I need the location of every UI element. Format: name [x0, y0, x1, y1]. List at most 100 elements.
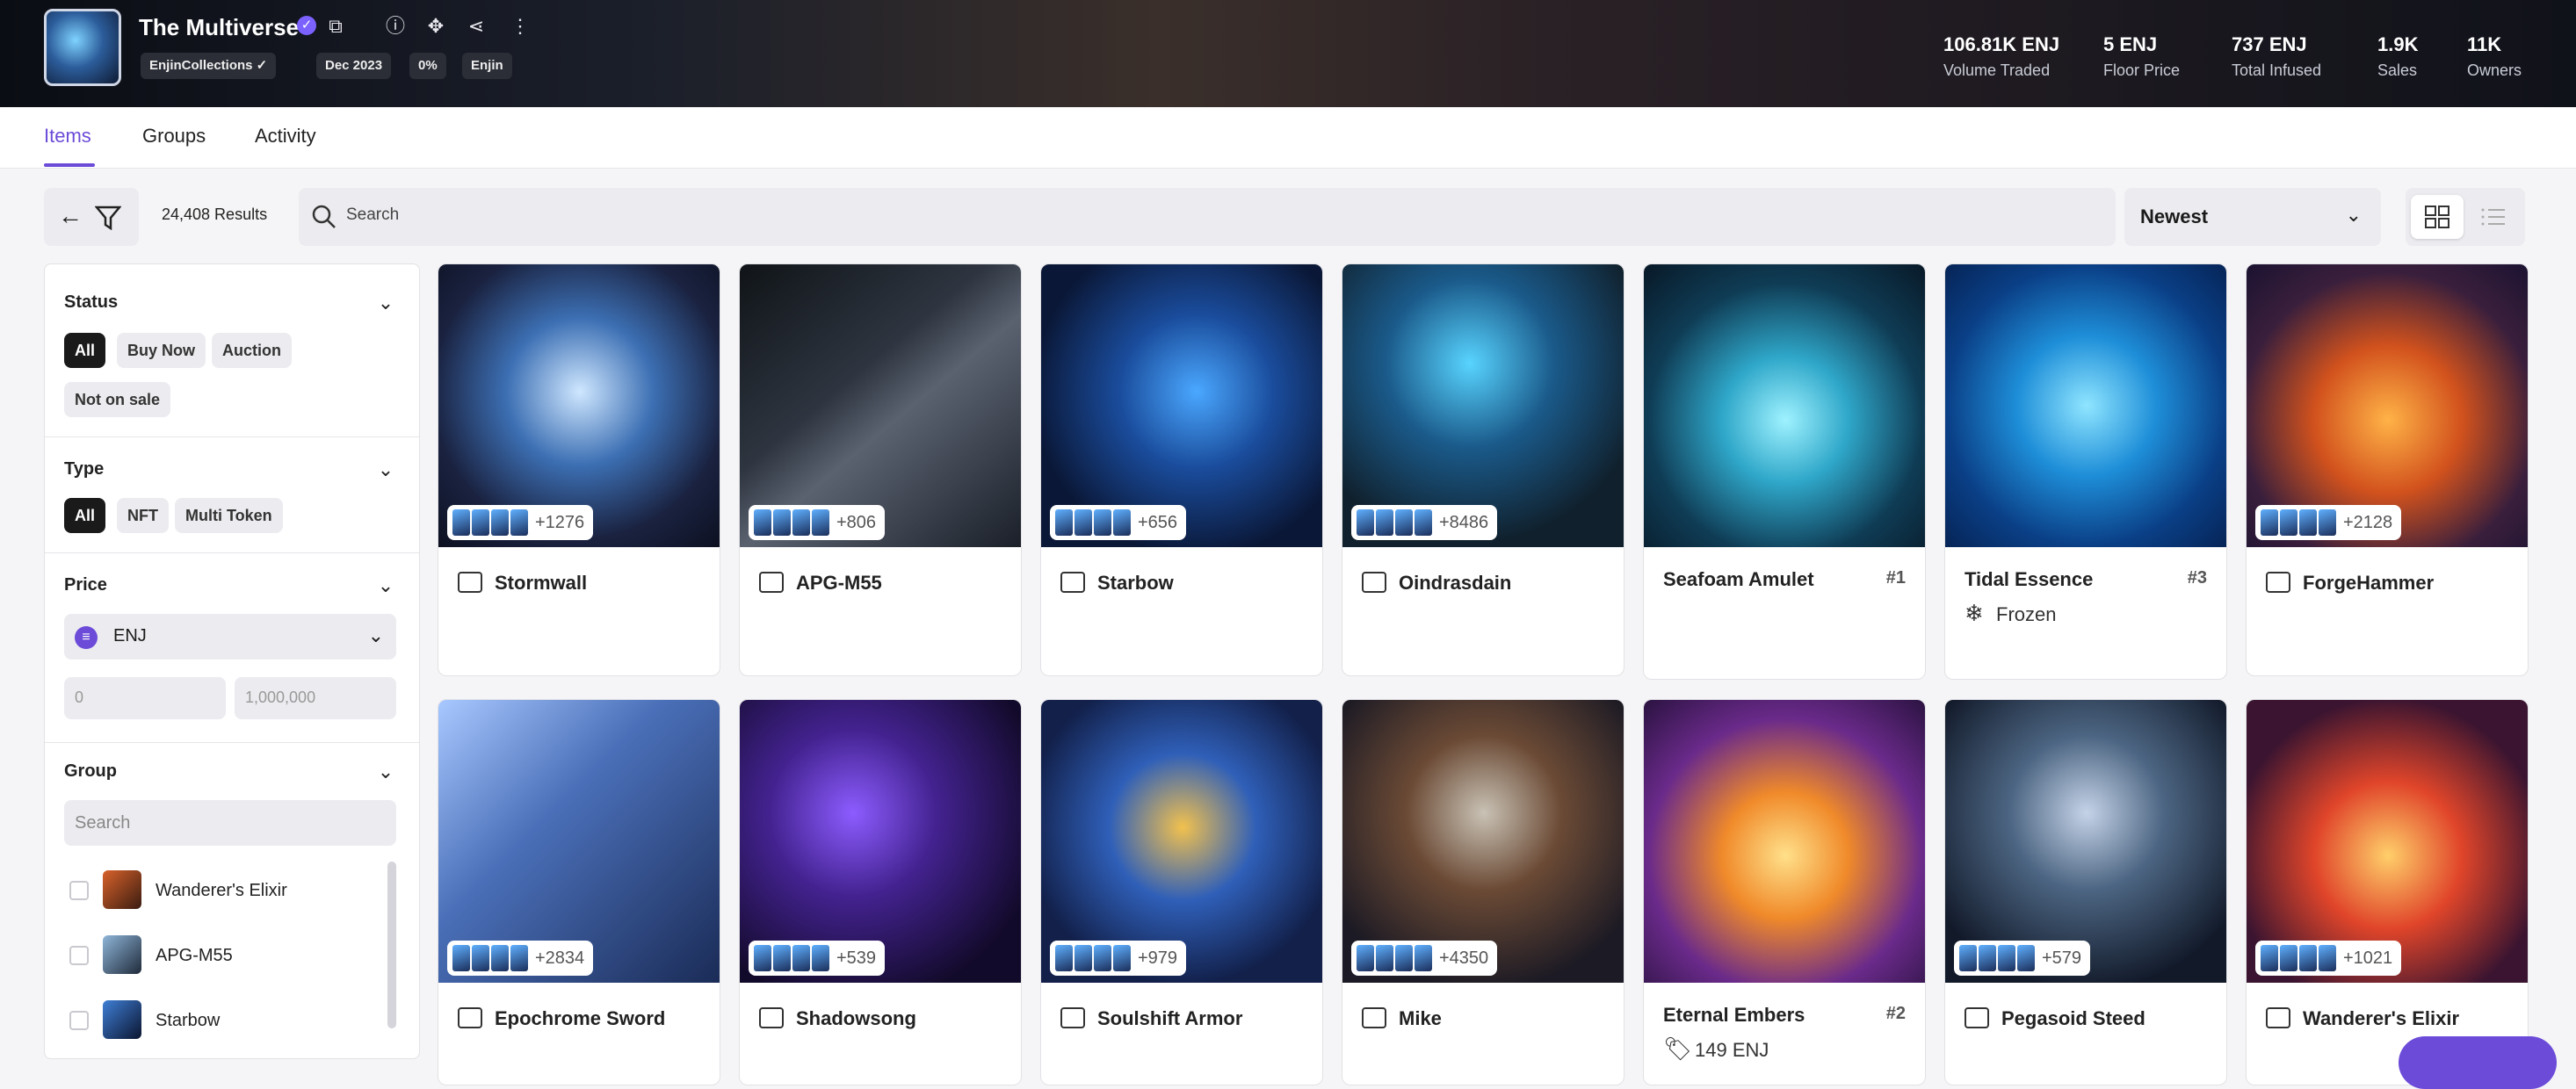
group-filter-title[interactable]: Group: [64, 761, 117, 782]
arrow-left-icon[interactable]: ←: [58, 202, 83, 230]
type-all[interactable]: All: [64, 498, 106, 533]
variants-badge: +1276: [447, 505, 594, 540]
group-checkbox[interactable]: [69, 1011, 89, 1030]
status-not-on-sale[interactable]: Not on sale: [64, 382, 171, 417]
folder-icon: [1060, 572, 1085, 593]
item-card[interactable]: Eternal Embers #2 🏷 149 ENJ: [1643, 699, 1926, 1085]
group-item[interactable]: Starbow: [64, 1000, 380, 1041]
tab-items[interactable]: Items: [44, 125, 91, 148]
item-card[interactable]: +1021 Wanderer's Elixir: [2246, 699, 2529, 1085]
filter-icon[interactable]: [95, 206, 121, 230]
item-name: Tidal Essence: [1965, 568, 2094, 590]
folder-icon: [1362, 1007, 1386, 1028]
group-checkbox[interactable]: [69, 946, 89, 965]
expand-icon[interactable]: ✥: [423, 14, 448, 39]
date-chip: Dec 2023: [316, 53, 392, 79]
item-card[interactable]: +579 Pegasoid Steed: [1944, 699, 2227, 1085]
group-item-label: APG-M55: [156, 946, 233, 965]
info-icon[interactable]: ⓘ: [383, 14, 408, 39]
status-auction[interactable]: Auction: [212, 333, 292, 368]
item-name: Eternal Embers: [1663, 1004, 1805, 1026]
enj-coin-icon: ≡: [75, 626, 98, 649]
list-view-button[interactable]: [2467, 195, 2520, 239]
grid-view-button[interactable]: [2411, 195, 2464, 239]
sidebar-scrollbar[interactable]: [387, 862, 396, 1028]
price-min-input[interactable]: 0: [64, 677, 226, 719]
network-chip: Enjin: [462, 53, 512, 79]
share-icon[interactable]: ⋖: [464, 14, 488, 39]
group-thumbnail: [103, 1000, 141, 1039]
item-card[interactable]: +1276 Stormwall: [438, 263, 720, 676]
group-thumbnail: [103, 870, 141, 909]
item-name: APG-M55: [796, 572, 882, 594]
variants-badge: +539: [749, 941, 886, 976]
group-search-input[interactable]: Search: [64, 800, 396, 846]
variants-badge: +979: [1050, 941, 1187, 976]
currency-value: ENJ: [113, 626, 147, 645]
chevron-down-icon[interactable]: ⌄: [377, 576, 394, 595]
item-card[interactable]: +806 APG-M55: [739, 263, 1022, 676]
search-icon: [312, 205, 336, 228]
item-name: Soulshift Armor: [1097, 1007, 1243, 1029]
item-card[interactable]: +539 Shadowsong: [739, 699, 1022, 1085]
folder-icon: [1060, 1007, 1085, 1028]
item-number: #3: [2187, 568, 2207, 588]
type-nft[interactable]: NFT: [117, 498, 169, 533]
tab-groups[interactable]: Groups: [142, 125, 206, 148]
chevron-down-icon[interactable]: ⌄: [377, 460, 394, 480]
folder-icon: [1362, 572, 1386, 593]
group-item[interactable]: Wanderer's Elixir: [64, 870, 380, 911]
group-checkbox[interactable]: [69, 881, 89, 900]
creator-chip[interactable]: EnjinCollections ✓: [141, 53, 277, 79]
item-image: [1644, 700, 1925, 983]
item-card[interactable]: +979 Soulshift Armor: [1040, 699, 1323, 1085]
item-number: #1: [1885, 568, 1906, 588]
item-image: [1644, 264, 1925, 547]
variants-badge: +2834: [447, 941, 594, 976]
price-max-input[interactable]: 1,000,000: [235, 677, 396, 719]
tab-activity[interactable]: Activity: [255, 125, 316, 148]
search-placeholder: Search: [346, 206, 400, 224]
item-card[interactable]: +2834 Epochrome Sword: [438, 699, 720, 1085]
price-filter-title[interactable]: Price: [64, 575, 107, 595]
item-name: Seafoam Amulet: [1663, 568, 1814, 590]
chevron-down-icon[interactable]: ⌄: [377, 762, 394, 782]
chevron-down-icon: ⌄: [2345, 204, 2362, 226]
chevron-down-icon[interactable]: ⌄: [377, 293, 394, 313]
variants-badge: +656: [1050, 505, 1187, 540]
variants-badge: +1021: [2255, 941, 2402, 976]
currency-select[interactable]: ≡ ENJ ⌄: [64, 614, 396, 660]
item-name: Pegasoid Steed: [2001, 1007, 2145, 1029]
sort-select[interactable]: Newest ⌄: [2124, 188, 2381, 246]
filter-toggle[interactable]: ←: [44, 188, 139, 246]
type-multi-token[interactable]: Multi Token: [175, 498, 283, 533]
search-input[interactable]: Search: [299, 188, 2116, 246]
price-tag-icon: 🏷: [1663, 1035, 1693, 1062]
item-card[interactable]: +2128 ForgeHammer: [2246, 263, 2529, 676]
item-price: 149 ENJ: [1695, 1039, 1769, 1061]
item-card[interactable]: +4350 Mike: [1342, 699, 1624, 1085]
collection-header: The Multiverse ✓ ⧉ ⓘ ✥ ⋖ ⋮ EnjinCollecti…: [0, 0, 2576, 107]
item-card[interactable]: Tidal Essence #3 ❄ Frozen: [1944, 263, 2227, 680]
type-filter-title[interactable]: Type: [64, 459, 104, 480]
floating-action-button[interactable]: [2399, 1036, 2557, 1089]
item-image: [1945, 264, 2226, 547]
divider: [45, 552, 419, 553]
grid-icon: [2425, 206, 2449, 228]
group-item-label: Starbow: [156, 1011, 221, 1030]
status-filter-title[interactable]: Status: [64, 292, 118, 313]
copy-icon[interactable]: ⧉: [323, 14, 348, 39]
item-name: Stormwall: [495, 572, 588, 594]
item-card[interactable]: +656 Starbow: [1040, 263, 1323, 676]
item-card[interactable]: Seafoam Amulet #1: [1643, 263, 1926, 680]
stat-floor: 5 ENJ Floor Price: [2103, 33, 2181, 79]
item-card[interactable]: +8486 Oindrasdain: [1342, 263, 1624, 676]
divider: [45, 742, 419, 743]
item-name: Oindrasdain: [1399, 572, 1512, 594]
stat-volume: 106.81K ENJ Volume Traded: [1943, 33, 2060, 79]
status-all[interactable]: All: [64, 333, 106, 368]
group-item[interactable]: APG-M55: [64, 935, 380, 976]
more-menu-icon[interactable]: ⋮: [508, 14, 532, 39]
status-buy-now[interactable]: Buy Now: [117, 333, 206, 368]
item-name: Epochrome Sword: [495, 1007, 666, 1029]
